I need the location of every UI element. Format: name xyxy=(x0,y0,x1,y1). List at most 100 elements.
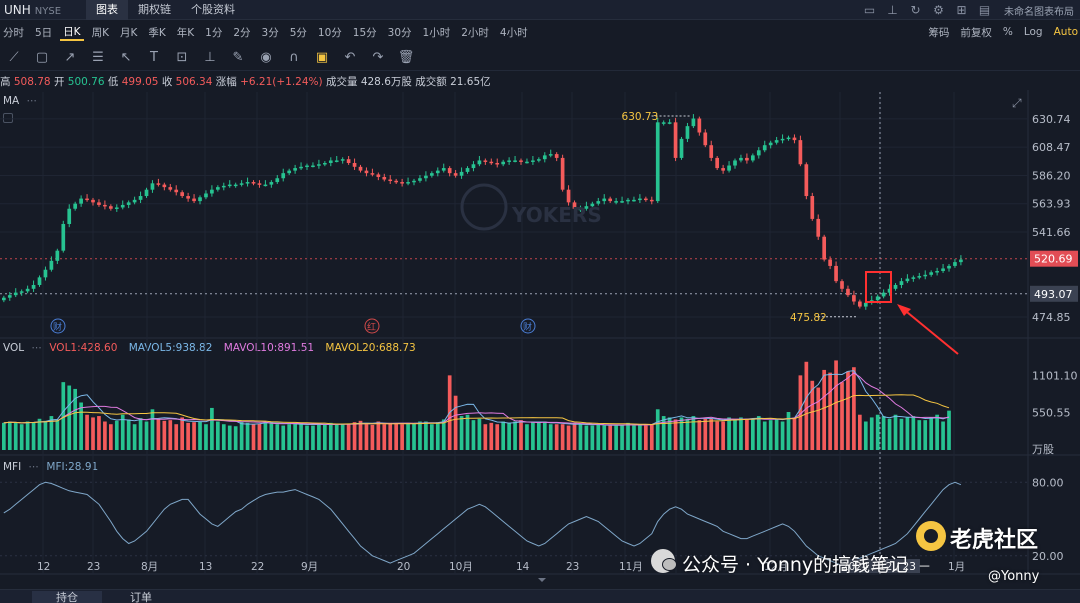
ray-icon[interactable]: ↗ xyxy=(56,50,84,65)
volume-bar xyxy=(239,421,244,450)
volume-bar xyxy=(745,418,749,450)
candle-body xyxy=(162,184,167,188)
candle-body xyxy=(37,277,42,285)
candle-body xyxy=(25,288,30,292)
candle-body xyxy=(483,160,488,162)
period-1h[interactable]: 1小时 xyxy=(420,25,454,40)
volume-bar xyxy=(67,385,72,450)
brush-icon[interactable]: ✎ xyxy=(224,50,252,65)
mfi-tick-label: 80.00 xyxy=(1032,476,1064,489)
period-3m[interactable]: 3分 xyxy=(259,25,282,40)
text-icon[interactable]: T xyxy=(140,50,168,65)
layout-selector[interactable]: 未命名图表布局 xyxy=(996,3,1080,18)
period-1m[interactable]: 1分 xyxy=(202,25,225,40)
candle-body xyxy=(156,183,161,185)
candle-body xyxy=(204,193,208,198)
time-tick-label: 9月 xyxy=(301,561,318,573)
volume-bar xyxy=(311,425,315,450)
chip-distribution-button[interactable]: 筹码 xyxy=(928,25,949,40)
candle-body xyxy=(13,292,18,296)
panel-icon[interactable]: ▤ xyxy=(973,3,996,17)
candle-body xyxy=(114,207,119,209)
redo-icon[interactable]: ↷ xyxy=(364,50,392,65)
adjust-forward-dropdown[interactable]: 前复权 xyxy=(960,25,992,40)
volume-bar xyxy=(370,424,375,450)
rectangle-icon[interactable]: ▢ xyxy=(28,50,56,65)
period-yearly[interactable]: 年K xyxy=(174,25,197,40)
wechat-watermark: 公众号 · Yonny的搞钱笔记 xyxy=(682,554,909,576)
volume-bar xyxy=(453,395,458,450)
candle-body xyxy=(358,166,363,171)
period-30m[interactable]: 30分 xyxy=(385,25,415,40)
fibonacci-icon[interactable]: ☰ xyxy=(84,50,112,65)
volume-bar xyxy=(715,421,720,450)
period-intraday[interactable]: 分时 xyxy=(0,25,27,40)
candle-body xyxy=(697,118,702,133)
lock-icon[interactable]: ▣ xyxy=(308,50,336,65)
period-monthly[interactable]: 月K xyxy=(117,25,140,40)
log-scale-button[interactable]: Log xyxy=(1024,26,1043,38)
candle-body xyxy=(751,155,755,161)
event-marker-label: 财 xyxy=(53,321,62,333)
candle-body xyxy=(519,160,523,162)
period-daily[interactable]: 日K xyxy=(60,24,84,41)
label-icon[interactable]: ⊡ xyxy=(168,50,196,65)
volume-bar xyxy=(109,424,113,450)
volume-bar xyxy=(394,423,399,450)
period-15m[interactable]: 15分 xyxy=(350,25,380,40)
time-tick-label: 10月 xyxy=(449,561,473,573)
volume-bar xyxy=(828,372,832,450)
cursor-icon[interactable]: ↖ xyxy=(112,50,140,65)
period-quarterly[interactable]: 季K xyxy=(145,25,168,40)
candle-body xyxy=(465,168,470,172)
period-5d[interactable]: 5日 xyxy=(32,25,55,40)
screenshot-icon[interactable]: ▭ xyxy=(858,3,881,17)
period-2h[interactable]: 2小时 xyxy=(458,25,492,40)
tab-stock-profile[interactable]: 个股资料 xyxy=(181,0,245,20)
gear-icon[interactable]: ⚙ xyxy=(927,3,950,17)
time-tick-label: 23 xyxy=(87,561,100,573)
candle-body xyxy=(317,164,321,166)
candle-body xyxy=(168,187,173,190)
high-marker-label: 630.73 xyxy=(622,111,659,123)
volume-bar xyxy=(299,422,303,450)
eye-icon[interactable]: ◉ xyxy=(252,50,280,65)
period-2m[interactable]: 2分 xyxy=(230,25,253,40)
trash-icon[interactable]: 🗑 xyxy=(392,50,420,65)
volume-bar xyxy=(560,424,565,450)
volume-tick-label: 1101.10 xyxy=(1032,369,1078,382)
auto-scale-button[interactable]: Auto xyxy=(1054,26,1078,38)
tab-orders[interactable]: 订单 xyxy=(130,591,152,603)
price-chart[interactable]: 630.74 608.47 586.20 563.93 541.66 520.69 493.… xyxy=(0,90,1080,589)
annotation-arrow xyxy=(901,307,959,355)
candle-body xyxy=(899,281,904,285)
period-5m[interactable]: 5分 xyxy=(287,25,310,40)
volume-bar xyxy=(132,424,137,450)
candle-body xyxy=(328,160,333,163)
percent-scale-button[interactable]: % xyxy=(1003,26,1013,38)
period-weekly[interactable]: 周K xyxy=(89,25,112,40)
refresh-icon[interactable]: ↻ xyxy=(904,3,927,17)
volume-bar xyxy=(2,422,6,450)
ticker-symbol[interactable]: UNH NYSE xyxy=(0,3,86,17)
candle-body xyxy=(727,165,731,171)
pin-icon[interactable]: ⊥ xyxy=(881,3,904,17)
volume-bar xyxy=(281,425,286,450)
candle-body xyxy=(79,198,83,204)
tab-options-chain[interactable]: 期权链 xyxy=(128,0,181,20)
tab-positions[interactable]: 持仓 xyxy=(32,591,102,603)
candle-body xyxy=(150,183,155,190)
layout-grid-icon[interactable]: ⊞ xyxy=(950,3,973,17)
volume-bar xyxy=(691,416,696,450)
period-4h[interactable]: 4小时 xyxy=(497,25,531,40)
volume-bar xyxy=(762,421,767,450)
candle-body xyxy=(299,166,303,169)
period-10m[interactable]: 10分 xyxy=(315,25,345,40)
candle-body xyxy=(471,164,476,169)
trendline-icon[interactable]: ⟋ xyxy=(0,50,28,65)
tab-chart[interactable]: 图表 xyxy=(86,0,128,20)
undo-icon[interactable]: ↶ xyxy=(336,50,364,65)
period-bar: 分时 5日 日K 周K 月K 季K 年K 1分 2分 3分 5分 10分 15分… xyxy=(0,21,1080,43)
measure-icon[interactable]: ⊥ xyxy=(196,50,224,65)
magnet-icon[interactable]: ∩ xyxy=(280,50,308,65)
